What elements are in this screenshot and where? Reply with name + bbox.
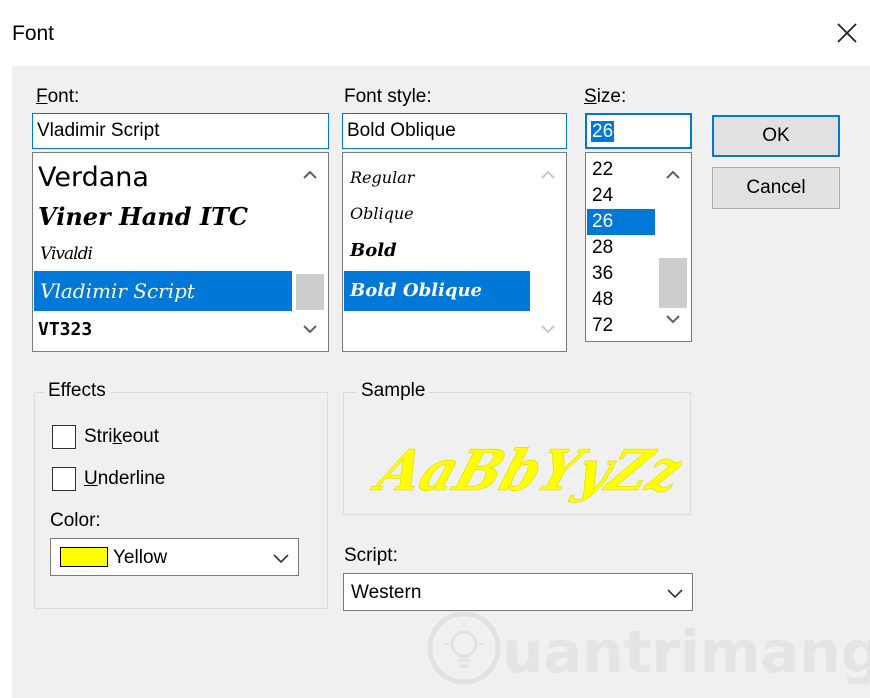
close-icon[interactable] <box>833 18 861 48</box>
dialog-title: Font <box>12 22 55 45</box>
size-item-72[interactable]: 72 <box>587 313 655 339</box>
ok-button[interactable]: OK <box>712 115 840 157</box>
sample-preview-text: AaBbYyZz <box>365 437 682 504</box>
script-label: Script: <box>344 545 398 566</box>
scroll-up-icon[interactable] <box>656 158 690 192</box>
scroll-thumb[interactable] <box>296 274 324 310</box>
size-item-24[interactable]: 24 <box>587 183 655 209</box>
cancel-button[interactable]: Cancel <box>712 167 840 209</box>
size-label: Size: <box>584 86 627 107</box>
size-list-scrollbar[interactable] <box>656 154 690 340</box>
size-item-48[interactable]: 48 <box>587 287 655 313</box>
size-item-22[interactable]: 22 <box>587 157 655 183</box>
underline-label[interactable]: Underline <box>84 468 165 490</box>
sample-group-title: Sample <box>357 380 430 402</box>
font-list-item-vt323[interactable]: VT323 <box>34 315 294 345</box>
scroll-thumb[interactable] <box>659 258 687 308</box>
effects-group <box>34 392 328 609</box>
font-style-list[interactable]: Regular Oblique Bold Bold Oblique <box>342 152 567 352</box>
font-list-item-verdana[interactable]: Verdana <box>34 159 294 197</box>
scroll-down-icon[interactable] <box>656 302 690 336</box>
sample-preview: AaBbYyZz <box>352 410 682 512</box>
scroll-up-icon[interactable] <box>293 158 327 192</box>
color-label: Color: <box>50 510 101 531</box>
font-style-label: Font style: <box>344 86 432 107</box>
script-value: Western <box>351 582 422 603</box>
font-name-input[interactable]: Vladimir Script <box>32 113 329 149</box>
effects-group-title: Effects <box>44 380 110 402</box>
scroll-up-icon <box>541 170 555 179</box>
size-input-value: 26 <box>591 121 615 142</box>
font-label: Font: <box>36 86 80 107</box>
title-bar: Font <box>0 0 870 66</box>
font-style-item-bold-oblique[interactable]: Bold Oblique <box>344 271 530 311</box>
font-list-scrollbar[interactable] <box>293 154 327 350</box>
font-list-item-vladimir-script[interactable]: Vladimir Script <box>34 271 292 311</box>
color-dropdown[interactable]: Yellow <box>50 538 299 576</box>
size-list[interactable]: 22 24 26 28 36 48 72 <box>585 152 692 342</box>
underline-checkbox[interactable] <box>52 467 76 491</box>
font-style-input[interactable]: Bold Oblique <box>342 113 567 149</box>
sample-text: AaBbYyZz <box>365 437 682 503</box>
font-style-item-oblique[interactable]: Oblique <box>344 195 530 233</box>
scroll-down-icon <box>541 325 555 334</box>
font-style-item-bold[interactable]: Bold <box>344 233 530 269</box>
font-list[interactable]: Verdana Viner Hand ITC Vivaldi Vladimir … <box>32 152 329 352</box>
strikeout-checkbox[interactable] <box>52 425 76 449</box>
scroll-down-icon[interactable] <box>293 312 327 346</box>
font-list-item-viner-hand[interactable]: Viner Hand ITC <box>34 197 294 237</box>
size-item-36[interactable]: 36 <box>587 261 655 287</box>
size-item-26[interactable]: 26 <box>587 209 655 235</box>
font-list-item-vivaldi[interactable]: Vivaldi <box>34 237 294 271</box>
color-swatch <box>60 547 108 567</box>
size-input[interactable]: 26 <box>585 113 692 149</box>
chevron-down-icon <box>667 589 683 599</box>
strikeout-label[interactable]: Strikeout <box>84 426 159 448</box>
chevron-down-icon <box>273 554 289 564</box>
font-style-item-regular[interactable]: Regular <box>344 161 530 195</box>
script-dropdown[interactable]: Western <box>343 573 693 611</box>
color-value: Yellow <box>113 547 168 568</box>
font-style-scrollbar <box>531 154 565 350</box>
size-item-28[interactable]: 28 <box>587 235 655 261</box>
